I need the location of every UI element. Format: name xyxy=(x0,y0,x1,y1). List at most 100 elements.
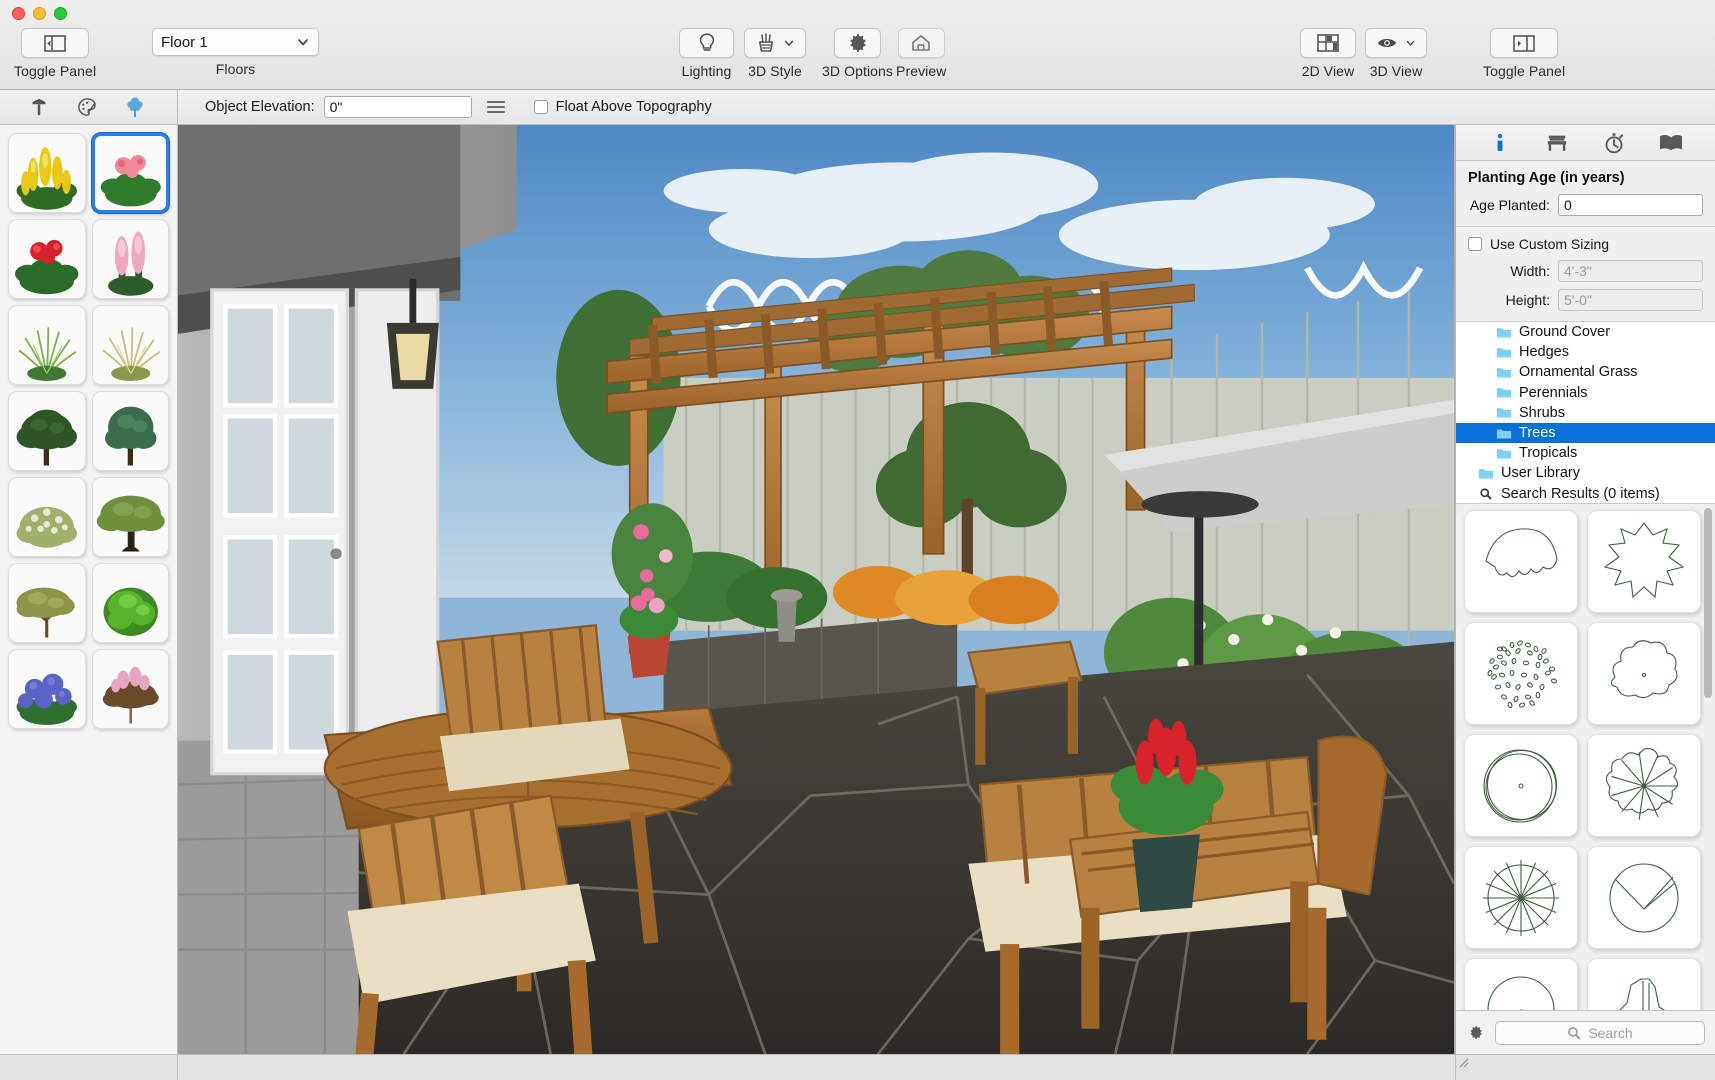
library-row-tropicals[interactable]: Tropicals xyxy=(1456,443,1715,463)
history-tab[interactable] xyxy=(1595,129,1633,157)
bottom-strip-right xyxy=(1455,1055,1715,1080)
toggle-right-panel-label: Toggle Panel xyxy=(1483,63,1566,79)
library-row-hedges[interactable]: Hedges xyxy=(1456,342,1715,362)
inspector-tab-bar[interactable] xyxy=(1456,125,1715,161)
preview-label: Preview xyxy=(896,63,947,79)
gear-icon[interactable] xyxy=(1466,1023,1485,1042)
spoke-circle-symbol[interactable] xyxy=(1464,846,1578,949)
minimize-window-button[interactable] xyxy=(33,7,46,20)
irregular-blob-symbol[interactable] xyxy=(1587,958,1701,1010)
list-lines-icon[interactable] xyxy=(486,101,505,113)
floors-control[interactable]: Floor 1 Floors xyxy=(152,28,319,77)
folder-icon xyxy=(1496,449,1512,459)
object-elevation-input[interactable]: 0" xyxy=(323,96,472,118)
dark-green-shade-tree-icon xyxy=(16,409,77,466)
radial-lobes-symbol[interactable] xyxy=(1587,734,1701,837)
multi-circle-symbol[interactable] xyxy=(1464,734,1578,837)
library-row-ground-cover[interactable]: Ground Cover xyxy=(1456,322,1715,342)
plant-thumbnail-broad-canopy-oak[interactable] xyxy=(91,477,169,557)
library-row-shrubs[interactable]: Shrubs xyxy=(1456,403,1715,423)
plant-thumbnail-green-ornamental-grass[interactable] xyxy=(8,305,86,385)
lighting-button[interactable]: Lighting xyxy=(679,28,734,79)
plant-thumbnail-dark-green-shade-tree[interactable] xyxy=(8,391,86,471)
preview-button-face[interactable] xyxy=(897,28,945,58)
cloud-outline-symbol-icon xyxy=(1610,639,1678,698)
library-row-user-library[interactable]: User Library xyxy=(1456,463,1715,483)
plant-thumbnail-grid[interactable] xyxy=(0,133,177,729)
symbol-grid[interactable] xyxy=(1464,510,1701,1010)
lighting-button-face[interactable] xyxy=(679,28,734,58)
plant-thumbnail-browser[interactable] xyxy=(0,125,178,1054)
float-above-topography-checkbox[interactable] xyxy=(533,100,548,114)
floors-select[interactable]: Floor 1 xyxy=(152,28,319,56)
plant-thumbnail-olive-spreading-tree[interactable] xyxy=(8,563,86,643)
age-planted-input[interactable]: 0 xyxy=(1558,194,1703,216)
width-input[interactable]: 4'-3" xyxy=(1558,260,1703,282)
partial-spoke-symbol[interactable] xyxy=(1464,958,1578,1010)
jagged-canopy-symbol[interactable] xyxy=(1587,510,1701,613)
3d-rendered-scene[interactable] xyxy=(178,125,1454,1054)
object-elevation-label: Object Elevation: xyxy=(205,99,315,115)
chevron-down-icon[interactable] xyxy=(1405,37,1416,49)
3d-view-button-face[interactable] xyxy=(1365,28,1427,58)
plant-thumbnail-blue-green-maple-tree[interactable] xyxy=(91,391,169,471)
toggle-left-panel-button[interactable]: Toggle Panel xyxy=(14,28,96,79)
plant-thumbnail-blue-hydrangea[interactable] xyxy=(8,649,86,729)
toggle-right-panel-button[interactable]: Toggle Panel xyxy=(1483,28,1565,79)
library-row-ornamental-grass[interactable]: Ornamental Grass xyxy=(1456,362,1715,382)
library-row-label: Hedges xyxy=(1519,344,1569,361)
floors-selected-value: Floor 1 xyxy=(161,33,208,51)
height-row: Height: 5'-0" xyxy=(1468,289,1703,311)
age-planted-row: Age Planted: 0 xyxy=(1468,194,1703,216)
library-tab[interactable] xyxy=(1652,129,1690,157)
use-custom-sizing-checkbox[interactable] xyxy=(1468,237,1482,251)
resize-grip-icon[interactable] xyxy=(1456,1055,1470,1069)
2d-view-button-face[interactable] xyxy=(1300,28,1356,58)
library-row-search-results-0-items[interactable]: Search Results (0 items) xyxy=(1456,484,1715,504)
width-row: Width: 4'-3" xyxy=(1468,260,1703,282)
furniture-tab[interactable] xyxy=(1538,129,1576,157)
plant-thumbnail-pink-geranium[interactable] xyxy=(91,133,169,213)
blue-hydrangea-icon xyxy=(16,673,77,725)
hammer-icon[interactable] xyxy=(28,96,50,118)
preview-button[interactable]: Preview xyxy=(896,28,947,79)
symbol-browser[interactable] xyxy=(1456,504,1715,1010)
plant-thumbnail-pink-flowering-tree[interactable] xyxy=(91,649,169,729)
plant-thumbnail-yellow-celosia[interactable] xyxy=(8,133,86,213)
toggle-right-panel-button-face[interactable] xyxy=(1490,28,1559,58)
2d-view-button[interactable]: 2D View xyxy=(1300,28,1356,79)
float-above-topography-row[interactable]: Float Above Topography xyxy=(533,99,712,115)
height-input[interactable]: 5'-0" xyxy=(1558,289,1703,311)
library-tree-list[interactable]: Ground Cover Hedges Ornamental Grass Per… xyxy=(1456,322,1715,504)
3d-view-button[interactable]: 3D View xyxy=(1365,28,1427,79)
close-window-button[interactable] xyxy=(12,7,25,20)
tree-icon[interactable] xyxy=(124,95,146,119)
library-row-perennials[interactable]: Perennials xyxy=(1456,383,1715,403)
cloud-outline-symbol[interactable] xyxy=(1587,622,1701,725)
3d-style-button-face[interactable] xyxy=(744,28,806,58)
info-tab[interactable] xyxy=(1481,129,1519,157)
symbol-scrollbar-thumb[interactable] xyxy=(1704,508,1712,698)
3d-style-button[interactable]: 3D Style xyxy=(744,28,806,79)
toggle-left-panel-button-face[interactable] xyxy=(21,28,90,58)
folder-icon xyxy=(1496,348,1512,358)
plant-thumbnail-red-geranium[interactable] xyxy=(8,219,86,299)
gear-icon xyxy=(849,34,866,52)
3d-options-button-face[interactable] xyxy=(834,28,882,58)
plant-thumbnail-pink-astilbe[interactable] xyxy=(91,219,169,299)
palette-icon[interactable] xyxy=(76,96,98,118)
library-search-input[interactable]: Search xyxy=(1495,1020,1705,1045)
chevron-down-icon[interactable] xyxy=(783,37,795,49)
leaf-stipple-symbol[interactable] xyxy=(1464,622,1578,725)
pie-wedge-symbol[interactable] xyxy=(1587,846,1701,949)
scalloped-canopy-symbol[interactable] xyxy=(1464,510,1578,613)
3d-options-button[interactable]: 3D Options xyxy=(822,28,893,79)
plant-thumbnail-flowering-white-shrub[interactable] xyxy=(8,477,86,557)
3d-viewport[interactable] xyxy=(178,125,1455,1054)
plant-thumbnail-bright-green-shrub[interactable] xyxy=(91,563,169,643)
plant-thumbnail-tan-ornamental-grass[interactable] xyxy=(91,305,169,385)
custom-sizing-section: Use Custom Sizing Width: 4'-3" Height: 5… xyxy=(1456,227,1715,322)
library-row-trees[interactable]: Trees xyxy=(1456,422,1715,444)
use-custom-sizing-row[interactable]: Use Custom Sizing xyxy=(1468,236,1703,252)
zoom-window-button[interactable] xyxy=(54,7,67,20)
